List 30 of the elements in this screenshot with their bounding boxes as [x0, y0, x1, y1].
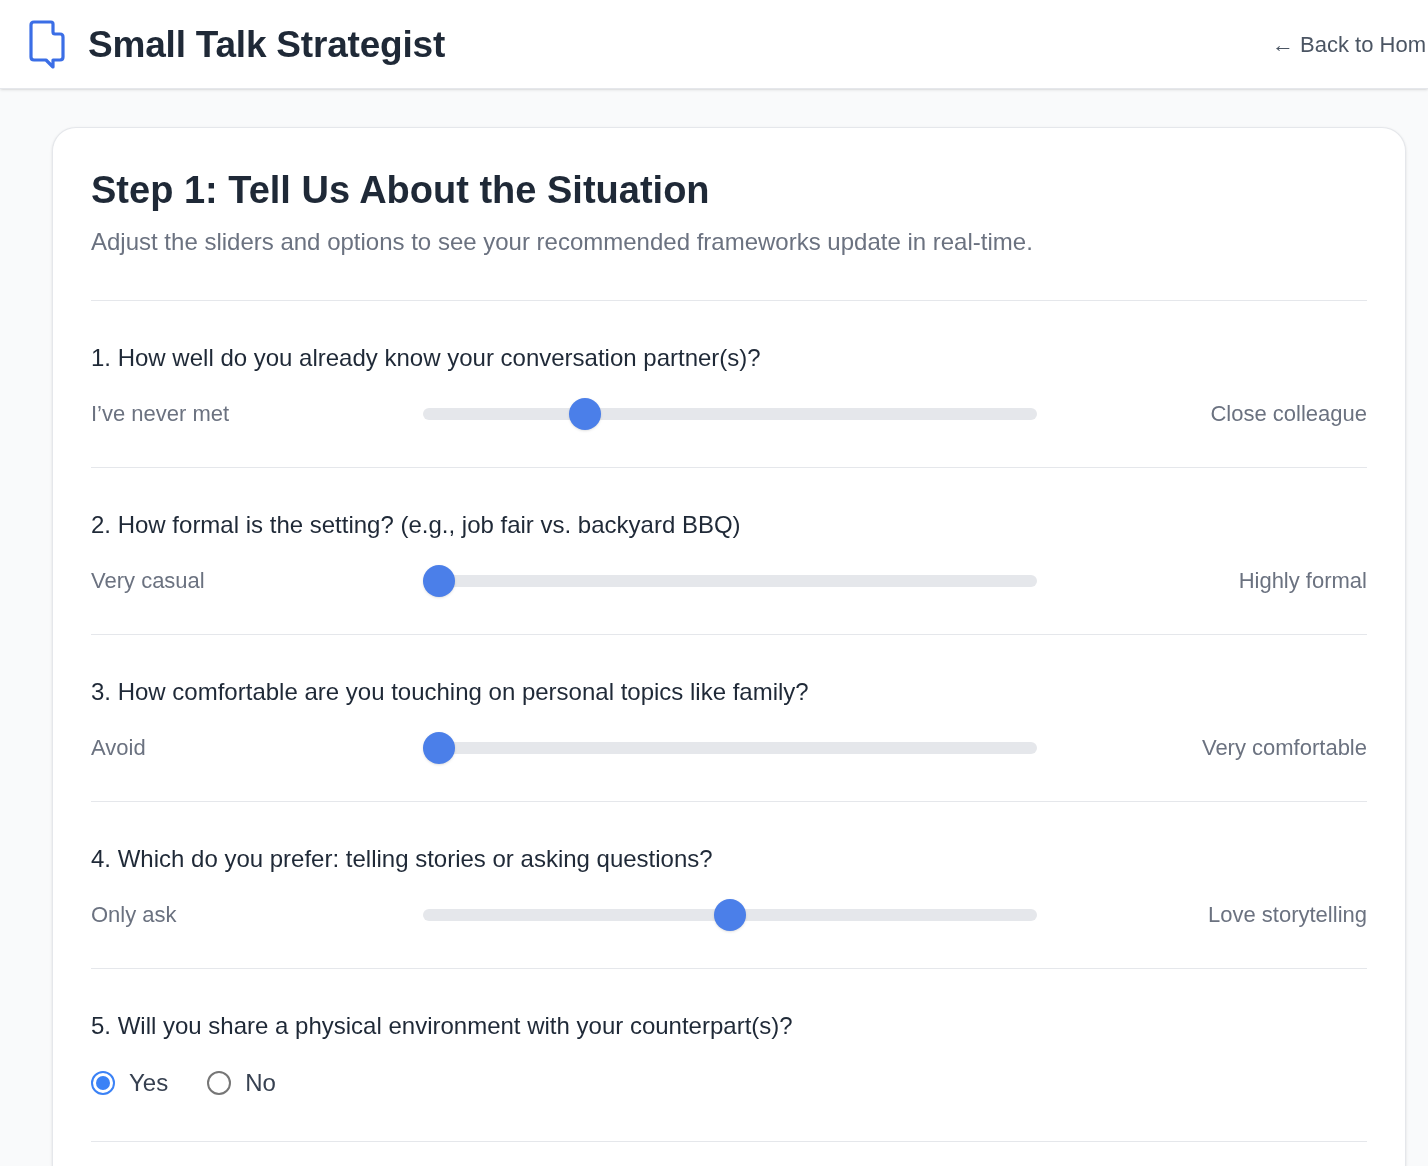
radio-button[interactable] — [91, 1071, 115, 1095]
slider-thumb[interactable] — [423, 564, 455, 597]
slider-max-label: Very comfortable — [1200, 734, 1367, 762]
question-label: 2. How formal is the setting? (e.g., job fair vs. backyard BBQ) — [91, 510, 742, 540]
question-label: 5. Will you share a physical environment with your counterpart(s)? — [91, 1011, 794, 1041]
app-title: Small Talk Strategist — [88, 25, 446, 63]
slider-min-label: Avoid — [91, 734, 147, 762]
step-subtitle: Adjust the sliders and options to see your recommended frameworks update in real-time. — [91, 227, 1034, 257]
slider-thumb[interactable] — [568, 397, 601, 430]
radio-label[interactable]: No — [245, 1069, 276, 1097]
slider-track[interactable] — [423, 564, 1037, 597]
back-link[interactable]: ← Back to Hom — [1271, 27, 1426, 61]
radio-button[interactable] — [207, 1071, 232, 1095]
slider-min-label: I’ve never met — [91, 400, 231, 428]
slider-track[interactable] — [423, 397, 1037, 430]
slider-max-label: Love storytelling — [1207, 901, 1367, 929]
question-label: 4. Which do you prefer: telling stories or asking questions? — [91, 844, 714, 874]
slider-min-label: Only ask — [91, 901, 178, 929]
slider-min-label: Very casual — [91, 567, 206, 595]
slider-track[interactable] — [423, 898, 1037, 931]
slider-thumb[interactable] — [714, 898, 746, 931]
slider-thumb[interactable] — [423, 731, 455, 764]
slider-max-label: Close colleague — [1209, 400, 1367, 428]
slider-track[interactable] — [423, 731, 1037, 764]
slider-max-label: Highly formal — [1237, 567, 1367, 595]
speech-bubble-icon — [29, 19, 65, 69]
question-label: 1. How well do you already know your conversation partner(s)? — [91, 343, 762, 373]
radio-label[interactable]: Yes — [129, 1069, 169, 1097]
step-title: Step 1: Tell Us About the Situation — [91, 168, 711, 213]
question-label: 3. How comfortable are you touching on personal topics like family? — [91, 677, 810, 707]
